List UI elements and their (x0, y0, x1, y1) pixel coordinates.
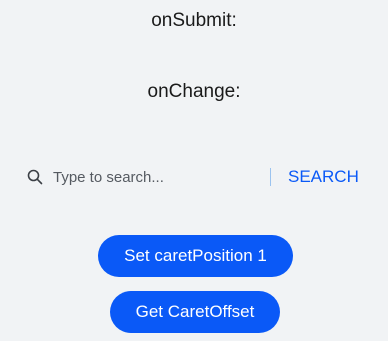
get-caret-offset-button[interactable]: Get CaretOffset (110, 291, 280, 333)
search-icon (27, 169, 43, 185)
search-button[interactable]: SEARCH (284, 164, 363, 190)
set-caret-position-button[interactable]: Set caretPosition 1 (98, 235, 293, 277)
page: onSubmit: onChange: SEARCH Set caretPosi… (0, 0, 388, 341)
search-divider (270, 168, 271, 186)
on-submit-label: onSubmit: (151, 10, 237, 31)
on-change-label: onChange: (147, 81, 241, 102)
search-bar: SEARCH (22, 160, 366, 194)
search-input[interactable] (53, 165, 278, 189)
